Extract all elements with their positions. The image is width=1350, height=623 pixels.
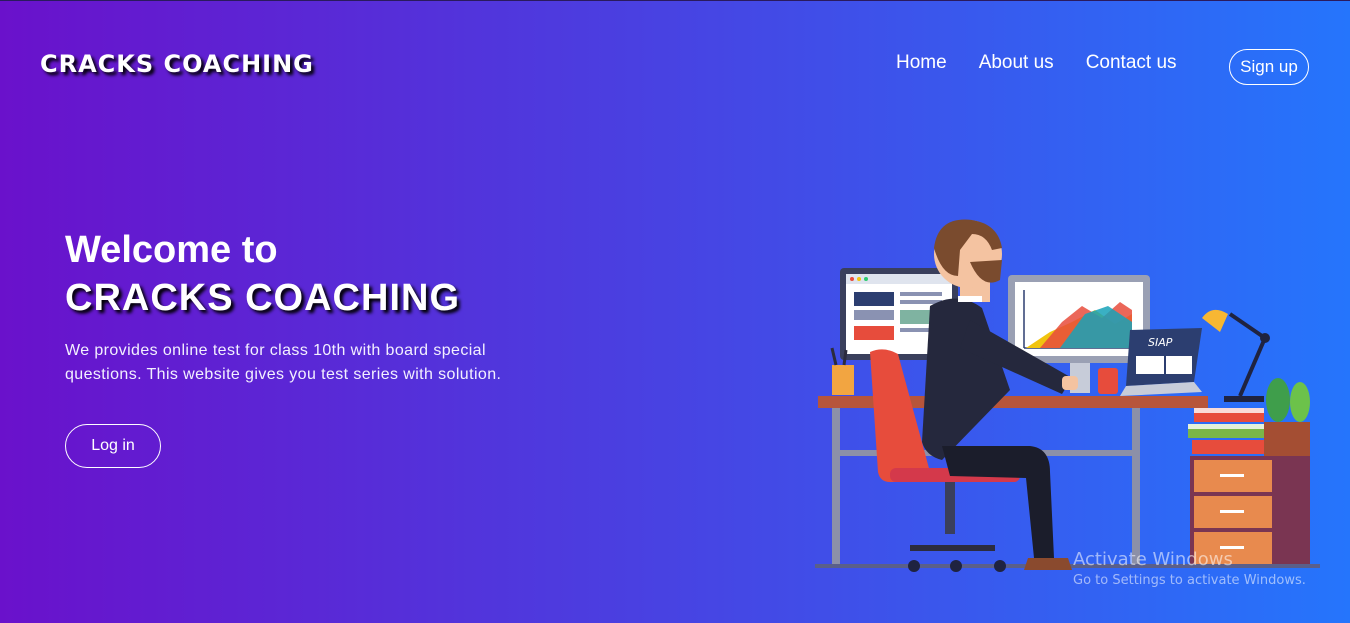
laptop-sticker: SIAP	[1148, 336, 1173, 349]
person-at-desk-illustration: SIAP	[815, 219, 1320, 572]
hero-description: We provides online test for class 10th w…	[65, 342, 502, 383]
windows-activation-watermark: Activate Windows Go to Settings to activ…	[1073, 549, 1306, 591]
nav-about-link[interactable]: About us	[979, 52, 1054, 74]
watermark-title: Activate Windows	[1073, 549, 1233, 570]
brand-logo[interactable]: CRACKS COACHING	[40, 50, 314, 78]
top-border	[0, 0, 1350, 1]
hero-brand-heading: CRACKS COACHING	[65, 277, 460, 319]
books-icon	[1188, 408, 1268, 454]
signup-button[interactable]: Sign up	[1229, 49, 1309, 85]
plant-icon	[1264, 378, 1310, 460]
main-nav: Home About us Contact us	[896, 52, 1209, 74]
watermark-subtitle: Go to Settings to activate Windows.	[1073, 573, 1306, 588]
mug-icon	[1098, 368, 1118, 394]
desk-lamp-icon	[1202, 309, 1270, 402]
login-button[interactable]: Log in	[65, 424, 161, 468]
nav-home-link[interactable]: Home	[896, 52, 947, 74]
nav-contact-link[interactable]: Contact us	[1086, 52, 1177, 74]
hero-welcome-heading: Welcome to	[65, 229, 278, 271]
laptop-icon: SIAP	[1120, 328, 1202, 396]
drawer-cabinet-icon	[1190, 456, 1310, 564]
